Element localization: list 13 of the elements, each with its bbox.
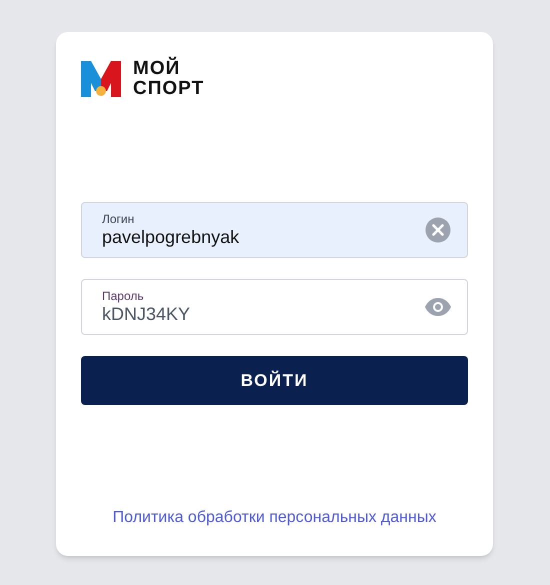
logo-text: СПОРТ xyxy=(133,79,204,99)
privacy-policy-link[interactable]: Политика обработки персональных данных xyxy=(112,509,436,526)
field-label: Логин xyxy=(102,212,136,226)
password-field[interactable]: Пароль kDNJ34KY xyxy=(81,279,468,335)
eye-icon[interactable] xyxy=(425,298,451,316)
login-button[interactable]: ВОЙТИ xyxy=(81,356,468,405)
clear-icon[interactable] xyxy=(425,217,451,243)
field-value: pavelpogrebnyak xyxy=(102,226,240,248)
field-value: kDNJ34KY xyxy=(102,303,192,325)
logo-icon xyxy=(81,61,121,97)
login-field[interactable]: Логин pavelpogrebnyak xyxy=(81,202,468,258)
logo-text: МОЙ xyxy=(133,59,182,79)
field-label: Пароль xyxy=(102,289,145,303)
